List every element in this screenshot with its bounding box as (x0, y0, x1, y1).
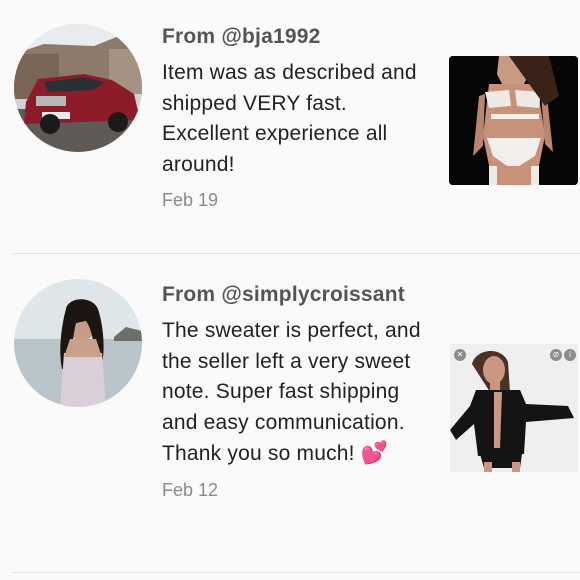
review-text: The sweater is perfect, and the seller l… (162, 316, 438, 470)
review-text: Item was as described and shipped VERY f… (162, 61, 417, 176)
beach-portrait-photo-icon (14, 279, 142, 407)
review-date: Feb 12 (162, 479, 219, 500)
review-date: Feb 19 (162, 190, 219, 210)
car-photo-icon (14, 24, 142, 152)
reviewer-handle[interactable]: From @bja1992 (162, 24, 438, 50)
listing-thumbnail[interactable] (449, 56, 578, 185)
listing-thumbnail[interactable]: ✕ ⊘ i (450, 344, 578, 472)
user-avatar[interactable] (14, 24, 142, 152)
review-item: From @simplycroissant The sweater is per… (0, 254, 580, 570)
info-icon[interactable]: i (564, 349, 576, 361)
review-content: From @simplycroissant The sweater is per… (162, 282, 438, 501)
block-icon[interactable]: ⊘ (550, 349, 562, 361)
lingerie-photo-icon (449, 56, 578, 185)
user-avatar[interactable] (14, 279, 142, 407)
review-item: From @bja1992 Item was as described and … (0, 0, 580, 253)
two-hearts-icon: 💕 (360, 440, 389, 465)
divider (12, 572, 580, 573)
reviewer-handle[interactable]: From @simplycroissant (162, 282, 438, 308)
close-icon[interactable]: ✕ (454, 349, 466, 361)
lace-up-top-photo-icon (450, 344, 578, 472)
review-content: From @bja1992 Item was as described and … (162, 24, 438, 211)
